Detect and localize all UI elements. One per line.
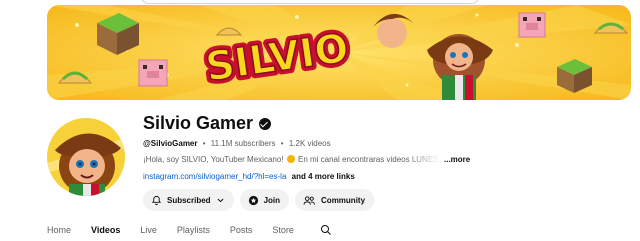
channel-banner: SILVIO SILVIO (47, 5, 631, 100)
tab-videos[interactable]: Videos (91, 225, 120, 235)
tab-live[interactable]: Live (140, 225, 157, 235)
community-label: Community (321, 195, 366, 205)
search-icon (320, 225, 331, 235)
description-more-link[interactable]: ...more (444, 155, 470, 164)
avatar-image (47, 118, 125, 196)
tab-playlists[interactable]: Playlists (177, 225, 210, 235)
channel-name: Silvio Gamer (143, 113, 254, 133)
channel-meta: @SilvioGamer • 11.1M subscribers • 1.2K … (143, 139, 331, 148)
tab-home[interactable]: Home (47, 225, 71, 235)
subscribed-label: Subscribed (167, 195, 211, 205)
channel-links: instagram.com/silviogamer_hd/?hl=es-la a… (143, 172, 355, 181)
subscriber-count: 11.1M subscribers (210, 139, 276, 148)
cowboy-emoji-icon (286, 155, 295, 163)
description-text: ¡Hola, soy SILVIO, YouTuber Mexicano! En… (143, 155, 441, 164)
subscribed-button[interactable]: Subscribed (143, 189, 234, 211)
channel-handle: @SilvioGamer (143, 139, 198, 148)
banner-artwork: SILVIO SILVIO (47, 5, 631, 100)
join-label: Join (263, 195, 281, 205)
tab-search[interactable] (320, 224, 332, 236)
instagram-link[interactable]: instagram.com/silviogamer_hd/?hl=es-la (143, 172, 286, 181)
community-button[interactable]: Community (295, 189, 375, 211)
separator-dot: • (202, 139, 206, 148)
tab-store[interactable]: Store (272, 225, 294, 235)
chevron-down-icon (217, 198, 224, 202)
channel-title: Silvio Gamer (143, 113, 272, 134)
channel-actions: Subscribed Join Community (143, 189, 375, 211)
description-part-1: ¡Hola, soy SILVIO, YouTuber Mexicano! (143, 155, 284, 164)
tab-posts[interactable]: Posts (230, 225, 253, 235)
channel-tabs: Home Videos Live Playlists Posts Store (47, 224, 332, 236)
channel-description[interactable]: ¡Hola, soy SILVIO, YouTuber Mexicano! En… (143, 155, 470, 164)
channel-avatar[interactable] (47, 118, 125, 196)
separator-dot: • (280, 139, 284, 148)
verified-checkmark-icon (259, 117, 272, 130)
people-icon (303, 195, 316, 205)
star-badge-icon (248, 195, 258, 205)
bell-icon (151, 195, 162, 205)
join-button[interactable]: Join (239, 189, 290, 211)
description-part-2: En mi canal encontraras videos LUNES, MI… (297, 155, 441, 164)
search-bar-remnant[interactable] (140, 0, 480, 4)
video-count: 1.2K videos (288, 139, 331, 148)
more-links-button[interactable]: and 4 more links (292, 172, 355, 181)
